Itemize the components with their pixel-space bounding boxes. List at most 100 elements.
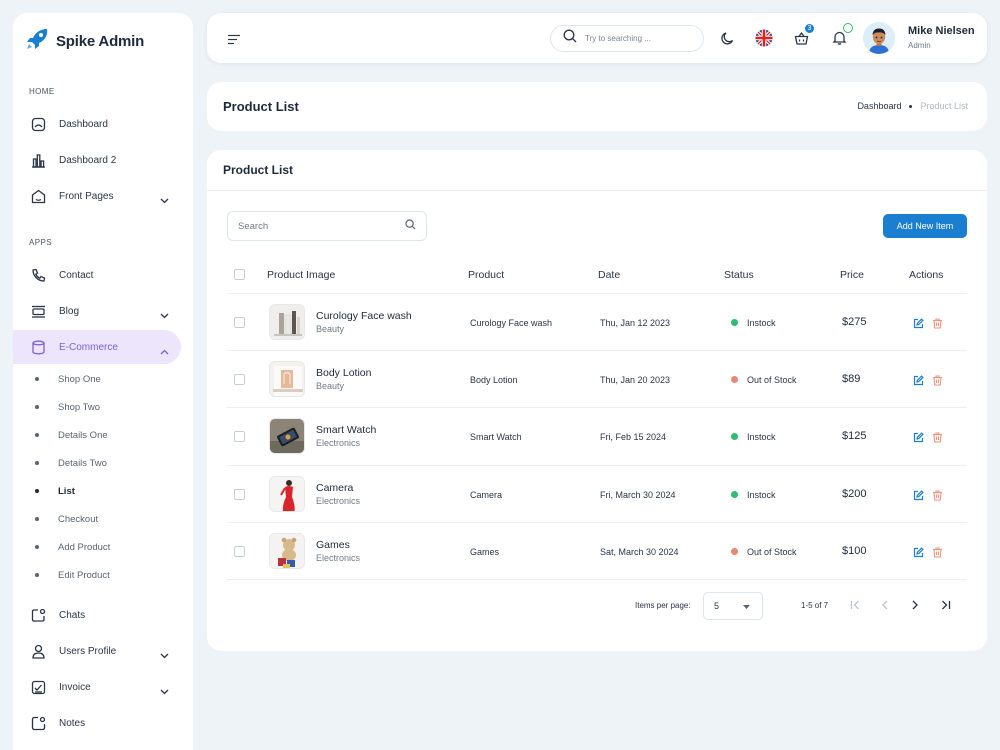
next-page-icon[interactable] [908,598,922,612]
delete-icon[interactable] [931,317,943,329]
bullet-icon [35,461,39,465]
delete-icon[interactable] [931,431,943,443]
sidebar-item-ecommerce[interactable]: E-Commerce [13,330,181,364]
product-name: Body Lotion [316,367,372,379]
edit-icon[interactable] [912,546,924,558]
sidebar-subitem-list[interactable]: List [13,481,181,501]
sidebar-subitem-edit-product[interactable]: Edit Product [13,565,181,585]
sidebar-subitem-details-two[interactable]: Details Two [13,453,181,473]
product-cell: Curology Face wash [470,318,553,328]
bullet-icon [35,405,39,409]
product-list-card: Product List Search Add New Item Product… [207,150,987,651]
sidebar-subitem-label: Checkout [58,513,99,525]
menu-toggle-icon[interactable] [227,32,241,50]
status-indicator-icon [731,491,738,498]
select-all-checkbox[interactable] [234,269,245,280]
row-checkbox[interactable] [234,374,245,385]
sidebar-item-label: Front Pages [59,190,114,202]
sidebar-subitem-shop-two[interactable]: Shop Two [13,397,181,417]
row-checkbox[interactable] [234,546,245,557]
delete-icon[interactable] [931,546,943,558]
last-page-icon[interactable] [938,598,952,612]
column-header-price[interactable]: Price [840,269,864,281]
edit-icon[interactable] [912,317,924,329]
sidebar-subitem-checkout[interactable]: Checkout [13,509,181,529]
table-search-input[interactable]: Search [227,211,427,241]
row-divider [227,579,967,580]
uk-flag-language-icon[interactable] [755,29,773,47]
edit-icon[interactable] [912,431,924,443]
edit-icon[interactable] [912,489,924,501]
product-cell: Smart Watch [470,432,522,442]
column-header-date[interactable]: Date [598,269,620,281]
price-cell: $125 [842,430,867,442]
product-cell: Body Lotion [470,375,518,385]
bullet-icon [35,489,39,493]
column-header-product-image[interactable]: Product Image [267,269,335,281]
breadcrumb-separator-icon [909,104,913,108]
date-cell: Thu, Jan 12 2023 [600,318,671,328]
phone-icon [30,267,46,283]
user-role: Admin [908,41,931,50]
brand[interactable]: Spike Admin [26,28,144,55]
sidebar-item-label: Users Profile [59,645,117,657]
section-label-apps: APPS [29,238,52,247]
price-cell: $275 [842,316,867,328]
column-header-product[interactable]: Product [468,269,504,281]
edit-icon[interactable] [912,374,924,386]
avatar[interactable] [863,22,895,54]
sidebar-item-front-pages[interactable]: Front Pages [13,179,181,213]
items-per-page-value: 5 [714,601,720,611]
home-icon [30,188,46,204]
sidebar-item-label: Dashboard 2 [59,154,117,166]
delete-icon[interactable] [931,374,943,386]
first-page-icon[interactable] [848,598,862,612]
invoice-icon [30,679,46,695]
sidebar-item-users-profile[interactable]: Users Profile [13,634,181,668]
sidebar-item-contact[interactable]: Contact [13,258,181,292]
search-placeholder: Try to searching ... [585,34,651,43]
notification-indicator-icon [843,23,853,33]
sidebar-subitem-label: Details One [58,429,108,441]
sidebar-item-label: Contact [59,269,94,281]
status-cell: Instock [747,318,776,328]
column-header-status[interactable]: Status [724,269,754,281]
chevron-down-icon [160,306,169,324]
sidebar-item-label: Dashboard [59,118,108,130]
sidebar-item-dashboard-2[interactable]: Dashboard 2 [13,143,181,177]
add-new-item-button[interactable]: Add New Item [883,214,967,238]
sidebar-subitem-label: Edit Product [58,569,110,581]
price-cell: $200 [842,488,867,500]
sidebar-subitem-add-product[interactable]: Add Product [13,537,181,557]
sidebar-subitem-shop-one[interactable]: Shop One [13,369,181,389]
sidebar-item-chats[interactable]: Chats [13,598,181,632]
card-title: Product List [223,163,294,177]
bar-chart-icon [30,152,46,168]
dark-mode-moon-icon[interactable] [718,29,736,47]
sidebar-item-notes[interactable]: Notes [13,706,181,740]
breadcrumb-link-dashboard[interactable]: Dashboard [857,101,901,111]
page-title: Product List [223,99,299,114]
product-category: Electronics [316,438,361,448]
global-search-input[interactable]: Try to searching ... [550,25,704,52]
row-checkbox[interactable] [234,431,245,442]
sidebar-subitem-label: List [58,485,75,497]
items-per-page-select[interactable]: 5 [703,592,763,620]
sidebar-item-blog[interactable]: Blog [13,294,181,328]
product-cell: Games [470,547,500,557]
status-indicator-icon [731,548,738,555]
date-cell: Thu, Jan 20 2023 [600,375,671,385]
row-checkbox[interactable] [234,489,245,500]
sidebar-item-label: Chats [59,609,86,621]
delete-icon[interactable] [931,489,943,501]
sidebar-item-invoice[interactable]: Invoice [13,670,181,704]
previous-page-icon[interactable] [878,598,892,612]
search-icon [405,217,416,235]
sidebar-item-label: Blog [59,305,80,317]
chevron-up-icon [160,342,169,360]
date-cell: Sat, March 30 2024 [600,547,679,557]
sidebar-subitem-details-one[interactable]: Details One [13,425,181,445]
page-header-card: Product List Dashboard Product List [207,82,987,131]
sidebar-item-dashboard[interactable]: Dashboard [13,107,181,141]
row-checkbox[interactable] [234,317,245,328]
